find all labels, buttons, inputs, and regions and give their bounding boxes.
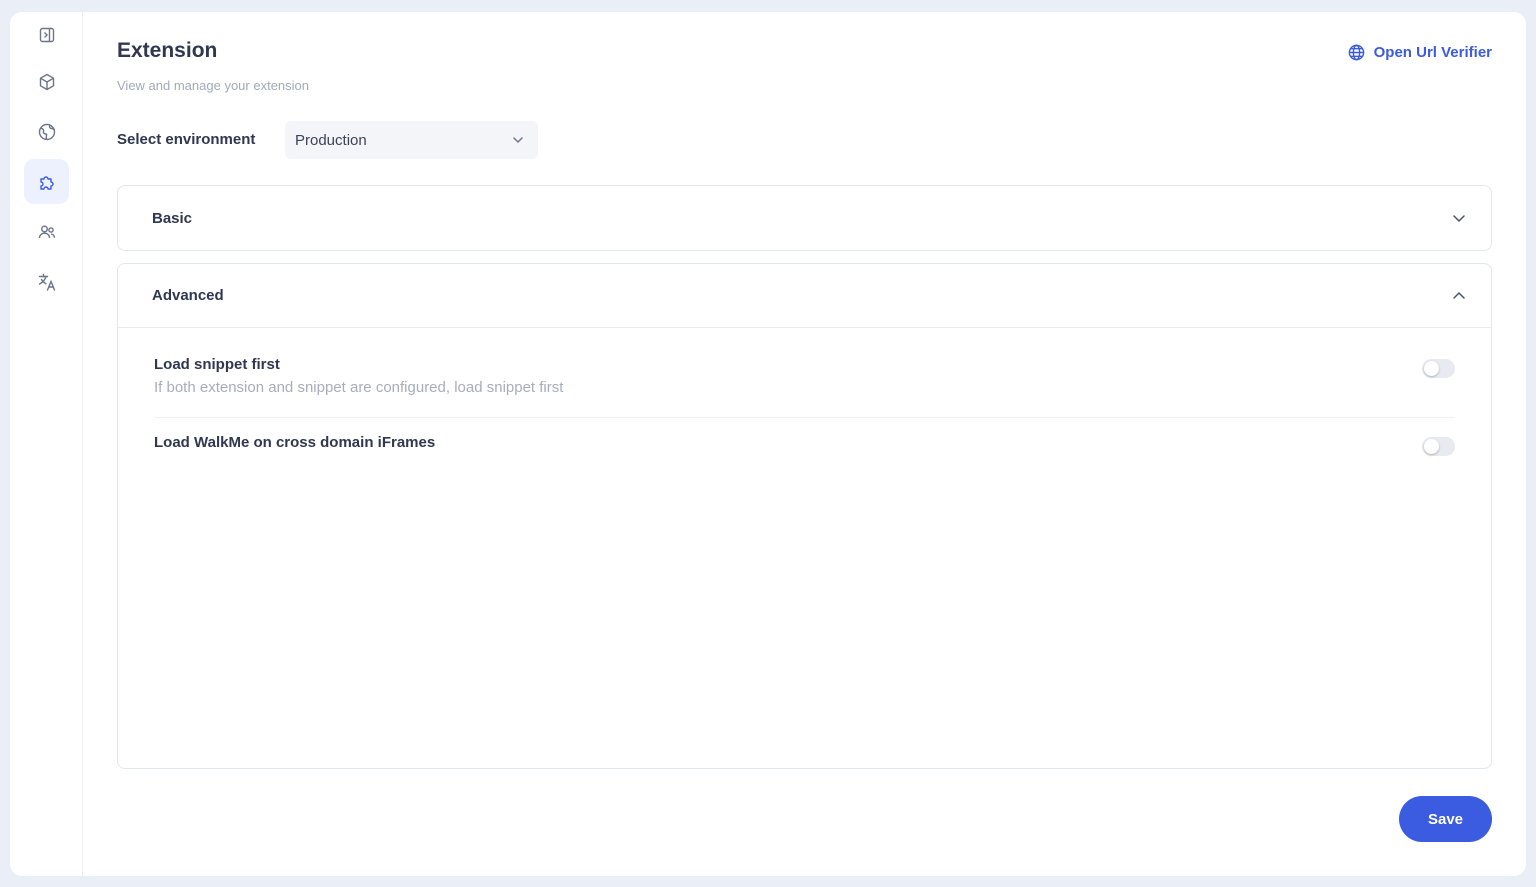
setting-title: Load snippet first xyxy=(154,356,280,373)
chevron-down-icon xyxy=(513,137,523,144)
setting-load-snippet-first: Load snippet first If both extension and… xyxy=(154,356,1455,418)
basic-section-title: Basic xyxy=(152,209,193,227)
users-icon xyxy=(38,224,55,238)
setting-description: If both extension and snippet are config… xyxy=(154,379,564,396)
globe-icon xyxy=(38,123,55,140)
puzzle-icon xyxy=(39,175,54,190)
sidebar-item-domains[interactable] xyxy=(24,109,69,154)
sidebar xyxy=(10,12,83,876)
chevron-down-icon xyxy=(1453,215,1465,223)
setting-title: Load WalkMe on cross domain iFrames xyxy=(154,434,436,451)
sidebar-item-users[interactable] xyxy=(24,209,69,254)
environment-select[interactable]: Production xyxy=(285,121,538,159)
basic-section: Basic xyxy=(117,185,1492,251)
advanced-section: Advanced Load snippet first If both exte… xyxy=(117,263,1492,769)
load-snippet-first-toggle[interactable] xyxy=(1422,359,1455,378)
globe-icon xyxy=(1348,44,1364,61)
chevron-up-icon xyxy=(1453,291,1465,299)
toggle-knob xyxy=(1424,439,1439,454)
page-subtitle: View and manage your extension xyxy=(117,78,309,93)
open-url-verifier-label: Open Url Verifier xyxy=(1373,44,1492,61)
sidebar-item-languages[interactable] xyxy=(24,259,69,304)
main-content: Extension View and manage your extension… xyxy=(117,12,1526,876)
toggle-knob xyxy=(1424,361,1439,376)
basic-section-header[interactable]: Basic xyxy=(118,186,1491,250)
advanced-section-header[interactable]: Advanced xyxy=(118,264,1491,328)
sidebar-item-systems[interactable] xyxy=(24,59,69,104)
load-walkme-iframes-toggle[interactable] xyxy=(1422,437,1455,456)
save-button[interactable]: Save xyxy=(1399,796,1492,842)
cube-icon xyxy=(39,73,54,90)
environment-label: Select environment xyxy=(117,131,256,148)
collapse-panel-icon xyxy=(39,27,54,42)
advanced-section-title: Advanced xyxy=(152,287,224,304)
environment-selected-value: Production xyxy=(295,131,367,149)
open-url-verifier-link[interactable]: Open Url Verifier xyxy=(1347,43,1492,62)
translate-icon xyxy=(38,273,55,291)
setting-load-walkme-iframes: Load WalkMe on cross domain iFrames xyxy=(154,434,1455,462)
sidebar-collapse-button[interactable] xyxy=(24,12,69,57)
page-title: Extension xyxy=(117,39,218,62)
app-window: Extension View and manage your extension… xyxy=(10,12,1526,876)
sidebar-item-extension[interactable] xyxy=(24,159,69,204)
